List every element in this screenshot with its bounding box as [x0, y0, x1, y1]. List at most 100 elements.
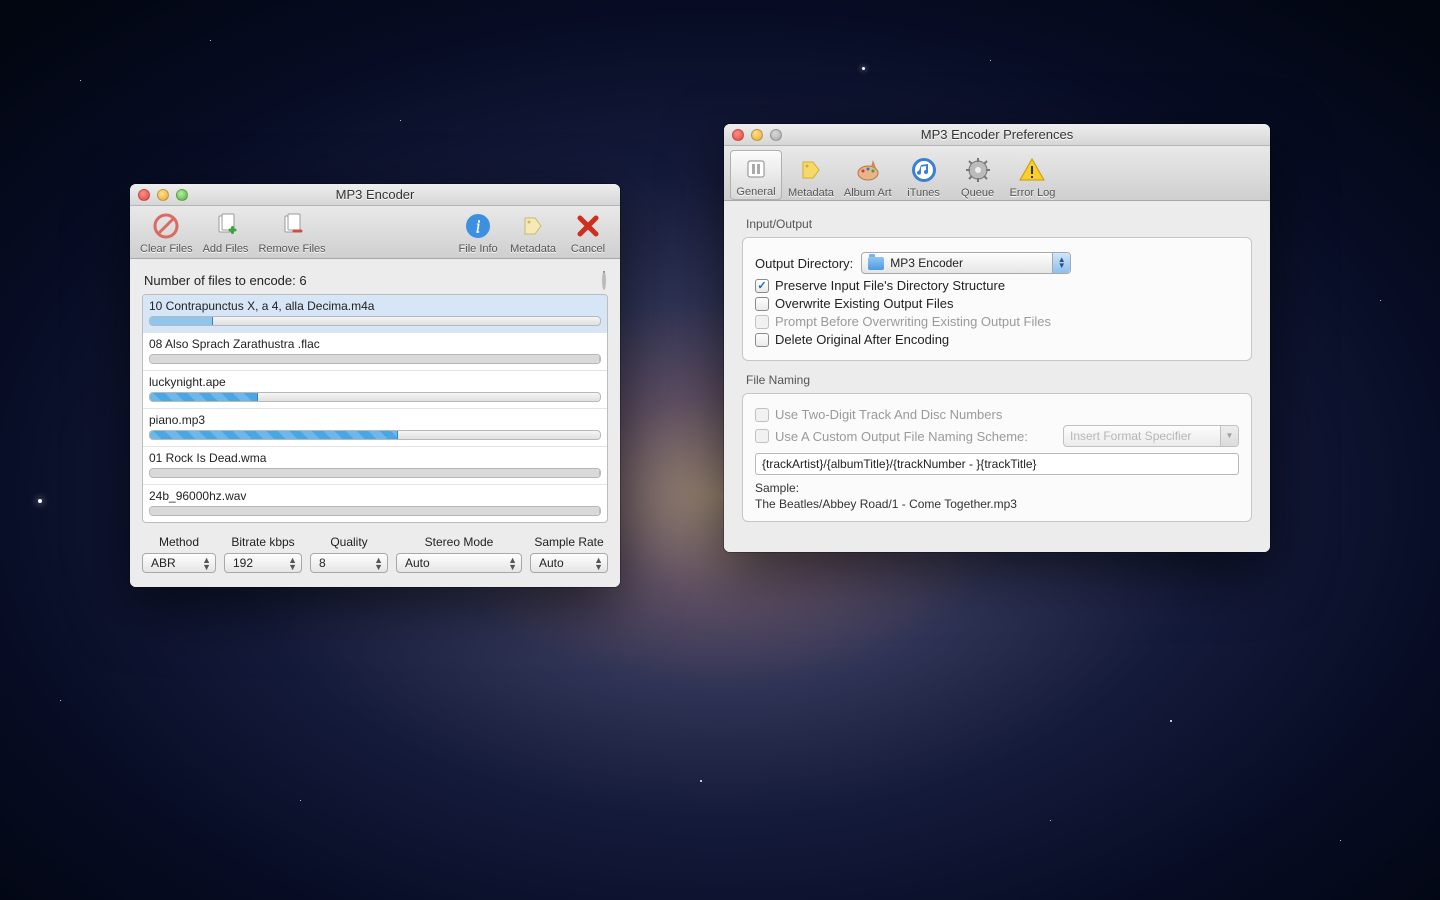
zoom-button[interactable]	[176, 189, 188, 201]
file-name: 01 Rock Is Dead.wma	[149, 451, 601, 465]
preserve-checkbox[interactable]	[755, 279, 769, 293]
file-row[interactable]: 10 Contrapunctus X, a 4, alla Decima.m4a	[143, 295, 607, 333]
method-select[interactable]: ABR ▲▼	[142, 553, 216, 573]
folder-icon	[868, 257, 884, 270]
tab-albumart[interactable]: Album Art	[840, 152, 896, 200]
quality-label: Quality	[330, 535, 367, 549]
bitrate-label: Bitrate kbps	[231, 535, 294, 549]
prefs-toolbar: General Metadata Album Art iTunes Queue	[724, 146, 1270, 201]
info-icon: i	[462, 210, 494, 242]
x-icon	[572, 210, 604, 242]
file-name: luckynight.ape	[149, 375, 601, 389]
no-entry-icon	[150, 210, 182, 242]
file-name: 10 Contrapunctus X, a 4, alla Decima.m4a	[149, 299, 601, 313]
close-button[interactable]	[732, 129, 744, 141]
tab-general[interactable]: General	[730, 150, 782, 200]
sample-rate-select[interactable]: Auto ▲▼	[530, 553, 608, 573]
add-files-button[interactable]: Add Files	[199, 208, 253, 256]
io-group: Output Directory: MP3 Encoder ▲▼ Preserv…	[742, 237, 1252, 361]
file-list: 10 Contrapunctus X, a 4, alla Decima.m4a…	[142, 294, 608, 523]
overwrite-label: Overwrite Existing Output Files	[775, 296, 953, 311]
tab-queue[interactable]: Queue	[952, 152, 1004, 200]
tab-metadata[interactable]: Metadata	[784, 152, 838, 200]
document-minus-icon	[276, 210, 308, 242]
encoder-toolbar: Clear Files Add Files Remove Files i Fil…	[130, 206, 620, 259]
file-row[interactable]: 24b_96000hz.wav	[143, 485, 607, 522]
chevron-updown-icon: ▲▼	[374, 557, 383, 571]
document-plus-icon	[210, 210, 242, 242]
preserve-label: Preserve Input File's Directory Structur…	[775, 278, 1005, 293]
file-counter: Number of files to encode: 6	[144, 273, 307, 288]
chevron-down-icon: ▼	[1220, 426, 1238, 446]
chevron-updown-icon: ▲▼	[1052, 253, 1070, 273]
progress-bar	[149, 468, 601, 478]
naming-pattern-field[interactable]: {trackArtist}/{albumTitle}/{trackNumber …	[755, 453, 1239, 475]
encoder-window: MP3 Encoder Clear Files Add Files Remove…	[130, 184, 620, 587]
quality-select[interactable]: 8 ▲▼	[310, 553, 388, 573]
file-name: 24b_96000hz.wav	[149, 489, 601, 503]
progress-bar	[149, 316, 601, 326]
stereo-select[interactable]: Auto ▲▼	[396, 553, 522, 573]
sample-value: The Beatles/Abbey Road/1 - Come Together…	[755, 497, 1017, 511]
itunes-icon	[908, 154, 940, 186]
warning-icon	[1016, 154, 1048, 186]
tag-icon	[795, 154, 827, 186]
stereo-label: Stereo Mode	[425, 535, 494, 549]
metadata-button[interactable]: Metadata	[506, 208, 560, 256]
clear-files-button[interactable]: Clear Files	[136, 208, 197, 256]
zoom-button[interactable]	[770, 129, 782, 141]
titlebar[interactable]: MP3 Encoder Preferences	[724, 124, 1270, 146]
prompt-checkbox	[755, 315, 769, 329]
custom-scheme-checkbox	[755, 429, 769, 443]
chevron-updown-icon: ▲▼	[594, 557, 603, 571]
sample-rate-label: Sample Rate	[534, 535, 603, 549]
output-dir-select[interactable]: MP3 Encoder ▲▼	[861, 252, 1071, 274]
prompt-label: Prompt Before Overwriting Existing Outpu…	[775, 314, 1051, 329]
file-info-button[interactable]: i File Info	[452, 208, 504, 256]
delete-label: Delete Original After Encoding	[775, 332, 949, 347]
io-group-title: Input/Output	[746, 217, 1252, 231]
naming-group: Use Two-Digit Track And Disc Numbers Use…	[742, 393, 1252, 522]
bitrate-select[interactable]: 192 ▲▼	[224, 553, 302, 573]
tab-errorlog[interactable]: Error Log	[1006, 152, 1060, 200]
chevron-updown-icon: ▲▼	[508, 557, 517, 571]
file-row[interactable]: 08 Also Sprach Zarathustra .flac	[143, 333, 607, 371]
twodigit-checkbox	[755, 408, 769, 422]
tab-itunes[interactable]: iTunes	[898, 152, 950, 200]
preferences-window: MP3 Encoder Preferences General Metadata…	[724, 124, 1270, 552]
file-name: 08 Also Sprach Zarathustra .flac	[149, 337, 601, 351]
cancel-button[interactable]: Cancel	[562, 208, 614, 256]
file-row[interactable]: luckynight.ape	[143, 371, 607, 409]
chevron-updown-icon: ▲▼	[288, 557, 297, 571]
file-row[interactable]: piano.mp3	[143, 409, 607, 447]
spinner-icon	[602, 271, 606, 290]
overwrite-checkbox[interactable]	[755, 297, 769, 311]
window-title: MP3 Encoder	[130, 187, 620, 202]
delete-checkbox[interactable]	[755, 333, 769, 347]
svg-text:i: i	[476, 216, 481, 236]
progress-bar	[149, 354, 601, 364]
naming-group-title: File Naming	[746, 373, 1252, 387]
method-label: Method	[159, 535, 199, 549]
minimize-button[interactable]	[751, 129, 763, 141]
progress-bar	[149, 430, 601, 440]
output-dir-label: Output Directory:	[755, 256, 853, 271]
minimize-button[interactable]	[157, 189, 169, 201]
sample-label: Sample:	[755, 481, 1239, 495]
remove-files-button[interactable]: Remove Files	[254, 208, 329, 256]
switch-icon	[740, 153, 772, 185]
file-row[interactable]: 01 Rock Is Dead.wma	[143, 447, 607, 485]
format-specifier-select[interactable]: Insert Format Specifier ▼	[1063, 425, 1239, 447]
close-button[interactable]	[138, 189, 150, 201]
progress-bar	[149, 506, 601, 516]
palette-icon	[852, 154, 884, 186]
file-name: piano.mp3	[149, 413, 601, 427]
twodigit-label: Use Two-Digit Track And Disc Numbers	[775, 407, 1002, 422]
progress-bar	[149, 392, 601, 402]
custom-scheme-label: Use A Custom Output File Naming Scheme:	[775, 429, 1028, 444]
chevron-updown-icon: ▲▼	[202, 557, 211, 571]
gear-icon	[962, 154, 994, 186]
titlebar[interactable]: MP3 Encoder	[130, 184, 620, 206]
tag-icon	[517, 210, 549, 242]
window-title: MP3 Encoder Preferences	[724, 127, 1270, 142]
